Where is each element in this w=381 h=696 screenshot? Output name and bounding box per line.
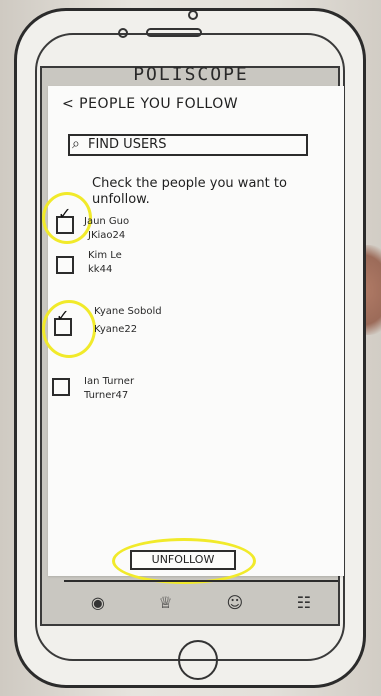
back-button[interactable]: < PEOPLE YOU FOLLOW — [62, 96, 238, 112]
person-icon[interactable]: ☺ — [226, 593, 243, 612]
camera-icon[interactable]: ◉ — [91, 593, 105, 612]
user-handle: Kyane22 — [94, 324, 138, 335]
home-button[interactable] — [178, 640, 218, 680]
sensor-icon — [118, 28, 128, 38]
user-handle: JKiao24 — [88, 230, 126, 241]
search-icon: ⌕ — [72, 136, 80, 152]
trophy-icon[interactable]: ♕ — [158, 593, 172, 612]
group-icon[interactable]: ☷ — [297, 593, 311, 612]
search-placeholder: FIND USERS — [88, 137, 167, 152]
user-name: Kim Le — [88, 250, 122, 261]
user-name: Jaun Guo — [84, 216, 130, 227]
user-handle: Turner47 — [84, 390, 129, 401]
user-handle: kk44 — [88, 264, 113, 275]
search-input[interactable]: FIND USERS — [68, 134, 308, 156]
user-checkbox[interactable] — [52, 378, 70, 396]
checkmark-icon: ✓ — [56, 306, 70, 325]
camera-icon — [188, 10, 198, 20]
tab-bar: ◉ ♕ ☺ ☷ — [64, 580, 338, 622]
user-name: Ian Turner — [84, 376, 135, 387]
user-name: Kyane Sobold — [94, 306, 162, 317]
user-checkbox[interactable] — [56, 256, 74, 274]
checkmark-icon: ✓ — [58, 204, 72, 223]
instructions: Check the people you want to unfollow. — [92, 176, 287, 207]
app-title: POLISCOPE — [133, 64, 249, 85]
speaker — [146, 28, 202, 37]
unfollow-button[interactable]: UNFOLLOW — [130, 550, 236, 570]
